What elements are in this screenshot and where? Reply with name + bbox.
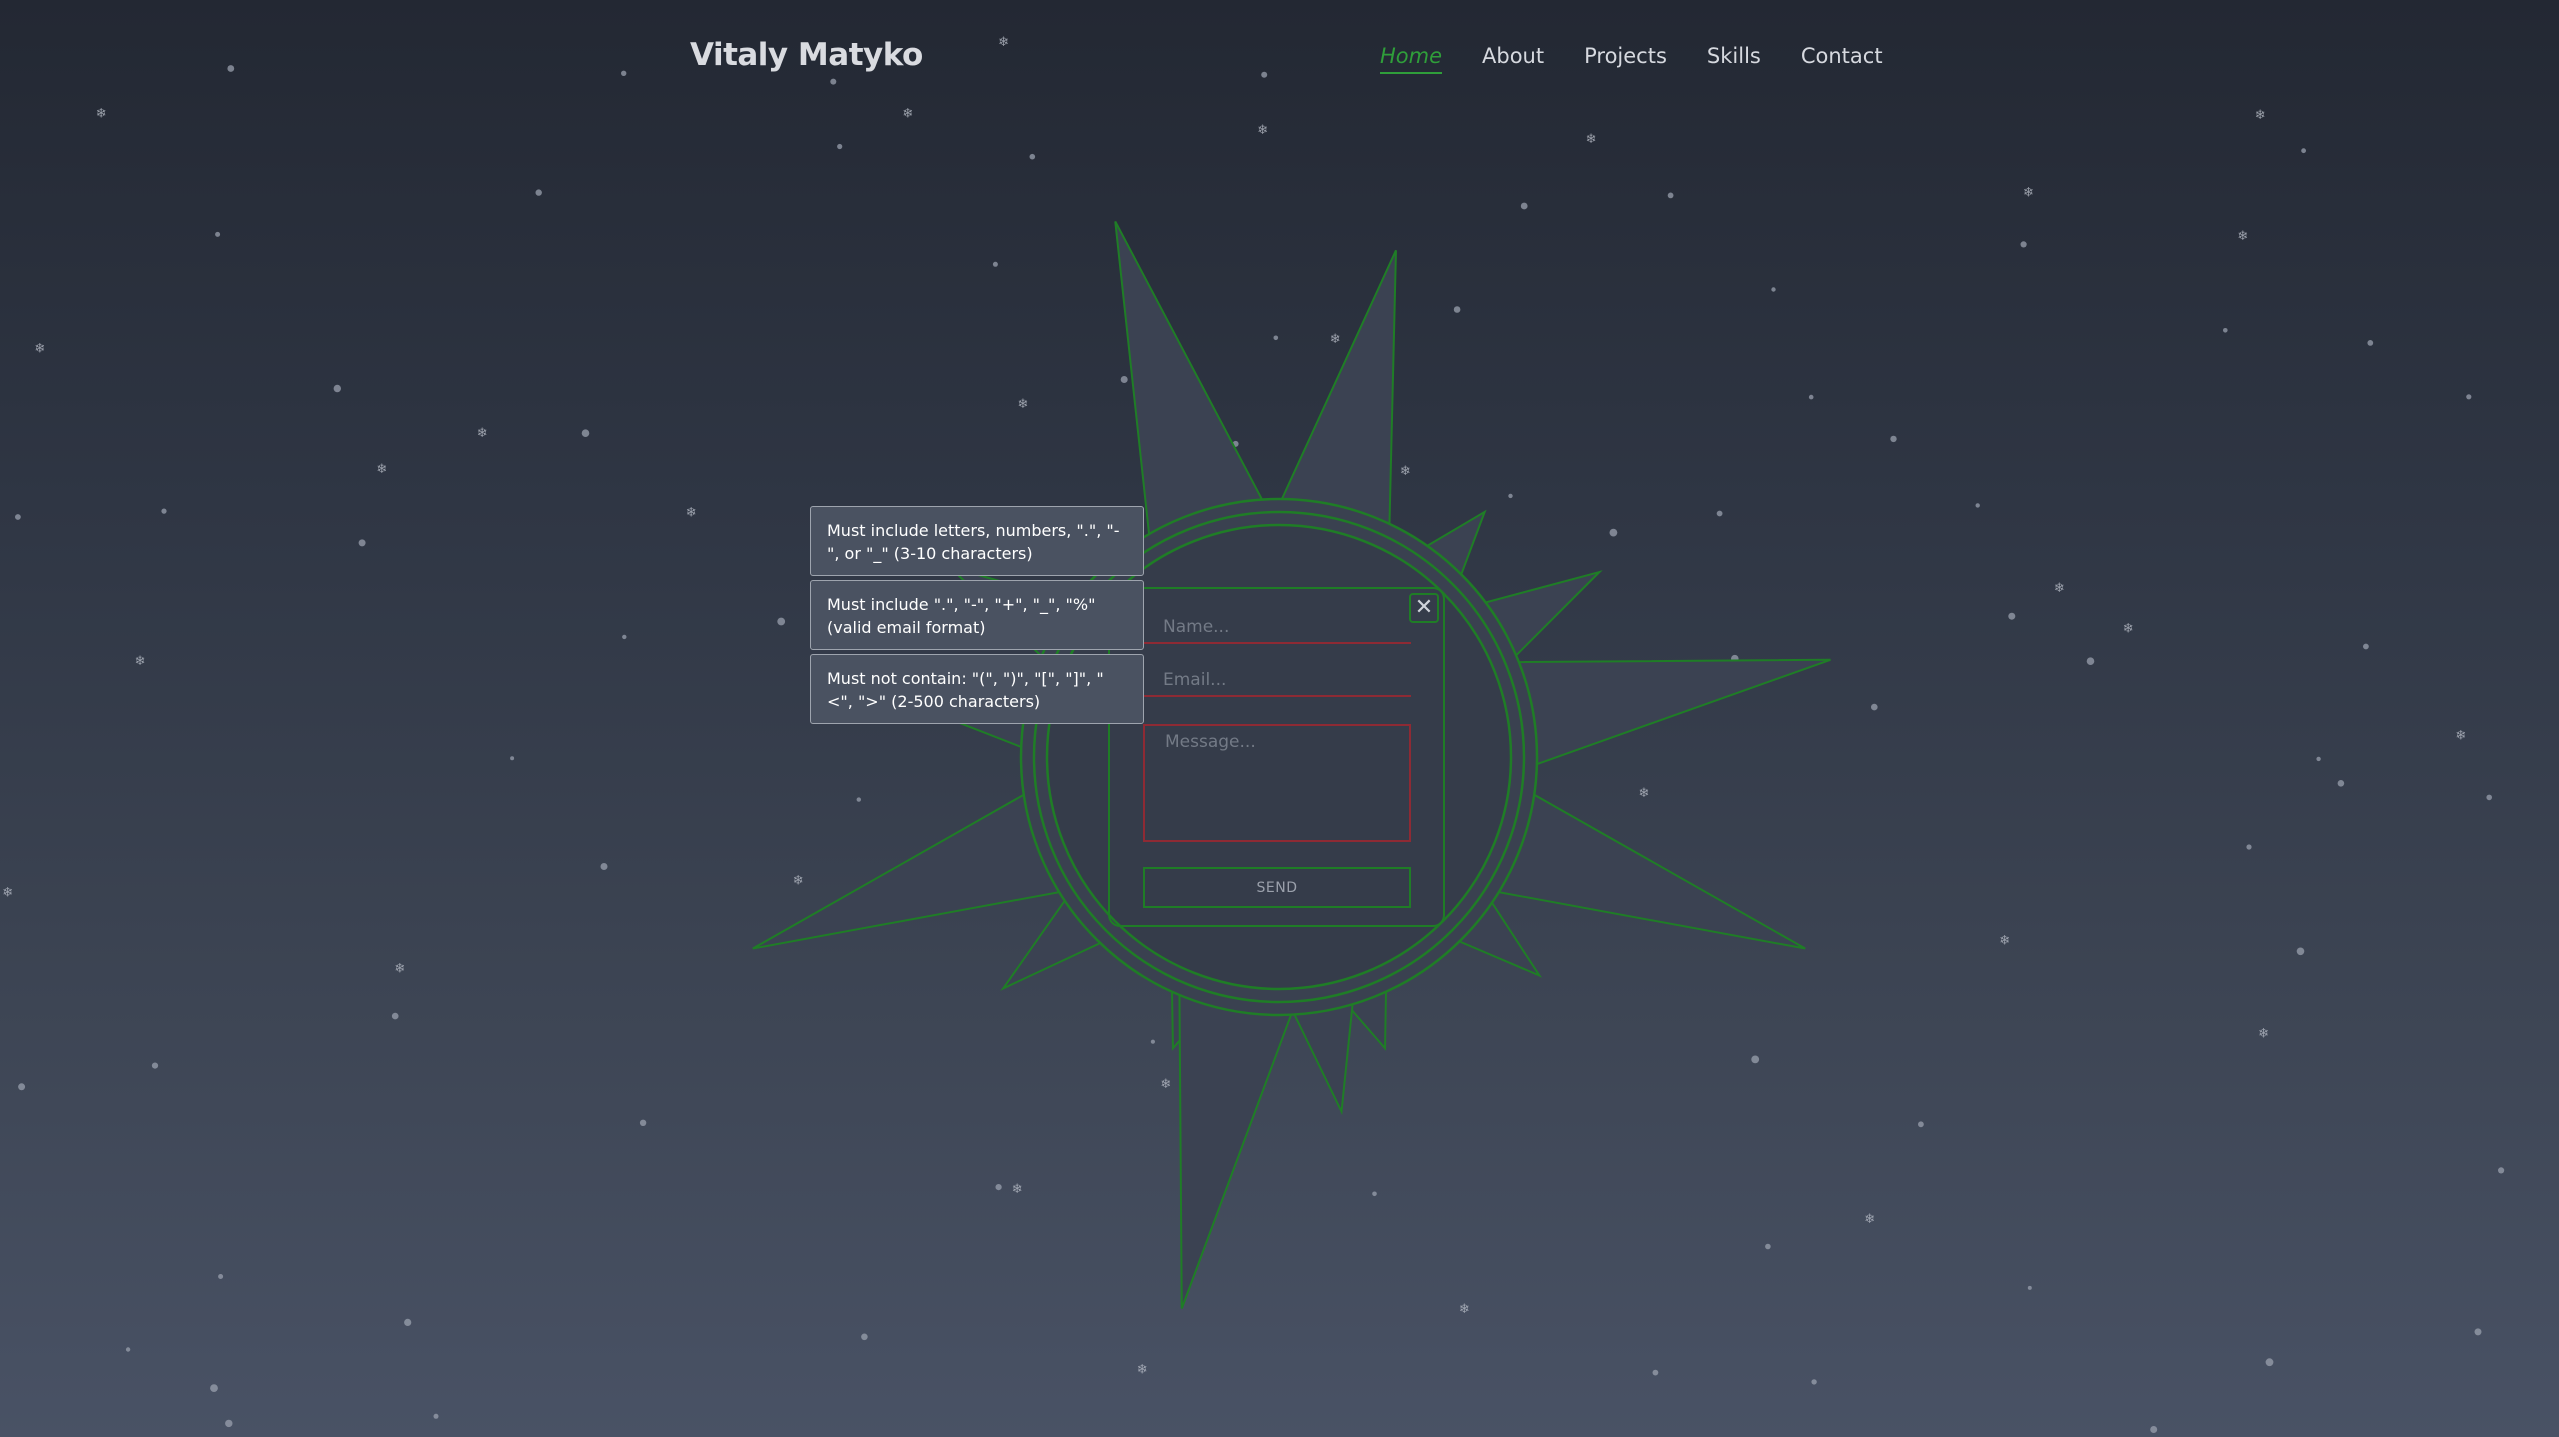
nav-projects-link[interactable]: Projects [1584, 44, 1667, 74]
name-validation-tooltip: Must include letters, numbers, ".", "-",… [810, 506, 1144, 576]
nav-skills-link[interactable]: Skills [1707, 44, 1761, 74]
nav-contact-link[interactable]: Contact [1801, 44, 1883, 74]
site-logo[interactable]: Vitaly Matyko [690, 37, 923, 73]
site-header: Vitaly Matyko Home About Projects Skills… [0, 0, 2559, 120]
nav-home-link[interactable]: Home [1380, 44, 1443, 74]
message-field[interactable] [1143, 724, 1411, 842]
send-button[interactable]: SEND [1143, 867, 1411, 908]
name-field[interactable] [1143, 612, 1411, 644]
email-validation-text: Must include ".", "-", "+", "_", "%" (va… [827, 595, 1096, 637]
name-validation-text: Must include letters, numbers, ".", "-",… [827, 521, 1120, 563]
nav-about-link[interactable]: About [1482, 44, 1544, 74]
message-validation-text: Must not contain: "(", ")", "[", "]", "<… [827, 669, 1104, 711]
email-field[interactable] [1143, 665, 1411, 697]
message-validation-tooltip: Must not contain: "(", ")", "[", "]", "<… [810, 654, 1144, 724]
close-form-button[interactable]: ✕ [1409, 593, 1439, 623]
email-validation-tooltip: Must include ".", "-", "+", "_", "%" (va… [810, 580, 1144, 650]
main-nav: Home About Projects Skills Contact [1380, 44, 1883, 74]
